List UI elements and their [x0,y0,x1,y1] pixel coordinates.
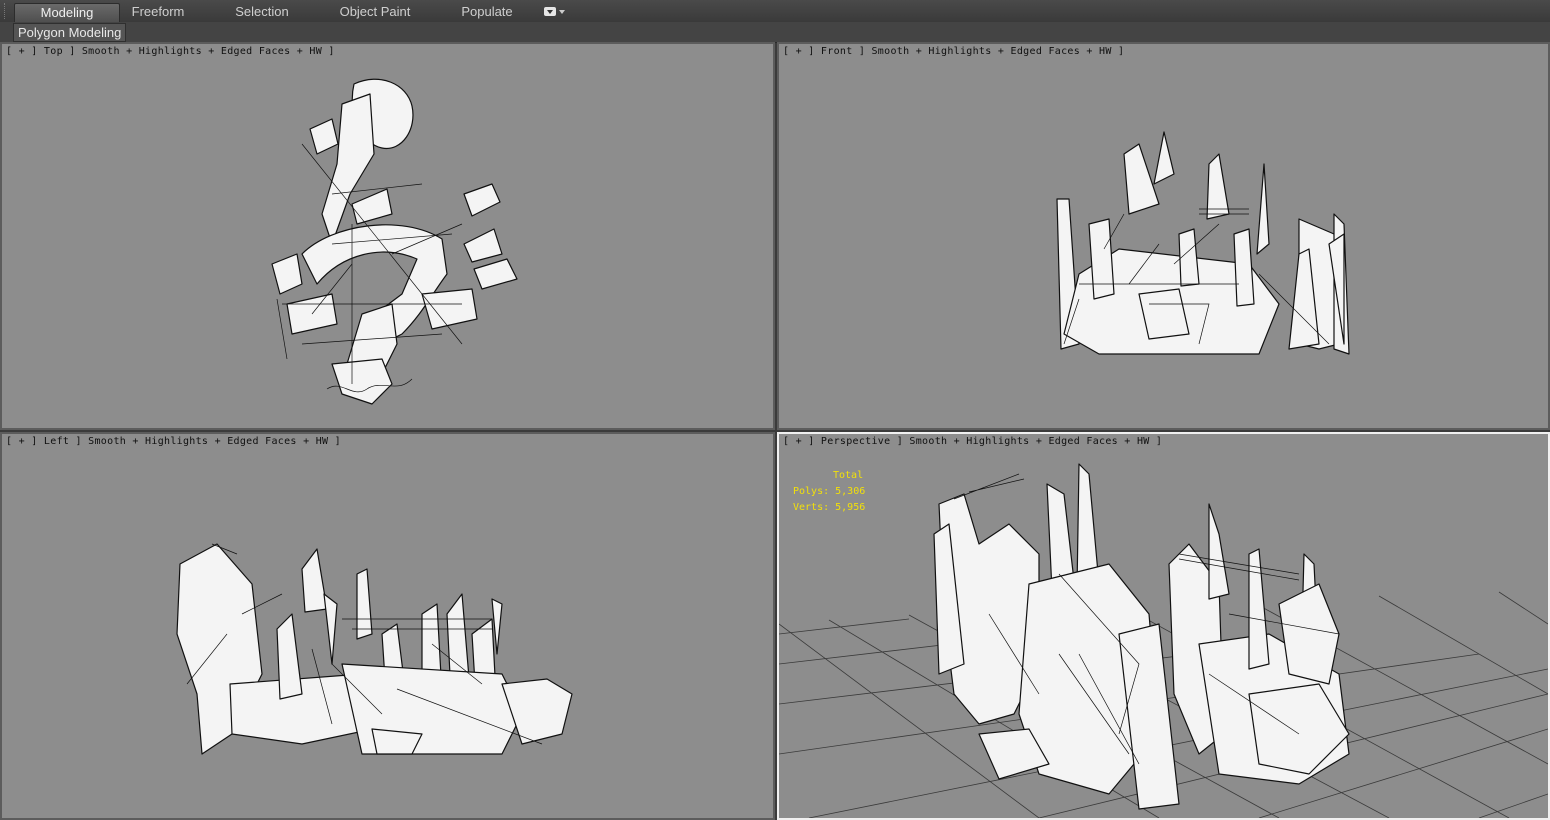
tab-freeform[interactable]: Freeform [120,3,196,21]
polygon-modeling-panel-button[interactable]: Polygon Modeling [13,23,127,42]
dragon-model-left-view [176,543,573,755]
tab-populate[interactable]: Populate [452,3,522,21]
viewport-top[interactable]: [ + ] Top ] Smooth + Highlights + Edged … [0,42,775,430]
ribbon-bar: Modeling Freeform Selection Object Paint… [0,0,1550,23]
tab-selection[interactable]: Selection [222,3,302,21]
dragon-model-top-view [271,78,518,405]
panel-options-dropdown-icon[interactable] [544,6,566,18]
dragon-model-front-view [1056,131,1350,355]
tab-object-paint[interactable]: Object Paint [330,3,420,21]
tab-modeling[interactable]: Modeling [14,3,120,22]
viewport-perspective[interactable]: [ + ] Perspective ] Smooth + Highlights … [777,432,1550,820]
ribbon-sub-panel: Polygon Modeling [0,22,1550,43]
viewport-front[interactable]: [ + ] Front ] Smooth + Highlights + Edge… [777,42,1550,430]
ribbon-grip-handle[interactable] [4,3,9,19]
viewport-left[interactable]: [ + ] Left ] Smooth + Highlights + Edged… [0,432,775,820]
dragon-model-perspective-view [779,463,1548,818]
